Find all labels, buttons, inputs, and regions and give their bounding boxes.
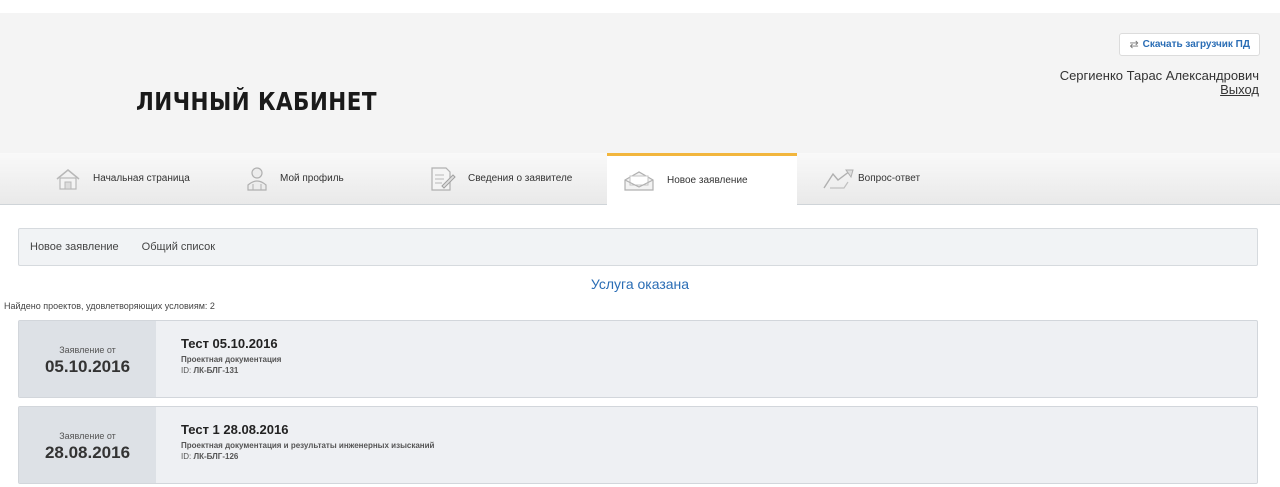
nav-item-applicant-info[interactable]: Сведения о заявителе [430,153,572,204]
chat-arrows-icon [823,169,854,189]
application-date-box: Заявление от 28.08.2016 [19,407,156,483]
download-loader-label: Скачать загрузчик ПД [1142,39,1250,50]
application-id: ID: ЛК-БЛГ-126 [181,452,239,461]
application-subtitle: Проектная документация [181,355,282,364]
nav-item-new-application[interactable]: Новое заявление [607,153,797,205]
nav-item-faq[interactable]: Вопрос-ответ [822,153,920,204]
results-count: Найдено проектов, удовлетворяющих услови… [4,301,215,311]
application-date-label: Заявление от [59,431,116,441]
user-name: Сергиенко Тарас Александрович [1059,68,1259,83]
section-title: Услуга оказана [590,276,690,292]
nav-item-profile[interactable]: Мой профиль [246,153,344,204]
main-nav: Начальная страница Мой профиль Сведения … [0,153,1280,205]
nav-item-label: Сведения о заявителе [468,173,573,184]
nav-item-label: Вопрос-ответ [858,173,921,184]
application-date-label: Заявление от [59,345,116,355]
home-icon [56,168,80,190]
breadcrumb: Новое заявление Общий список [18,228,1258,266]
download-loader-button[interactable]: ⇄ Скачать загрузчик ПД [1119,33,1260,56]
application-date-box: Заявление от 05.10.2016 [19,321,156,397]
header: ЛИЧНЫЙ КАБИНЕТ ⇄ Скачать загрузчик ПД Се… [0,13,1280,153]
application-info: Тест 1 28.08.2016 Проектная документация… [181,422,434,461]
breadcrumb-new-application[interactable]: Новое заявление [30,241,119,253]
link-icon: ⇄ [1129,39,1139,51]
nav-item-label: Мой профиль [280,173,344,184]
application-card[interactable]: Заявление от 05.10.2016 Тест 05.10.2016 … [18,320,1258,398]
application-info: Тест 05.10.2016 Проектная документация I… [181,336,281,375]
edit-document-icon [431,166,456,191]
application-date: 28.08.2016 [44,443,131,462]
user-block: Сергиенко Тарас Александрович Выход [1060,69,1259,97]
application-date: 05.10.2016 [44,357,131,376]
application-id: ID: ЛК-БЛГ-131 [181,366,239,375]
nav-item-label: Начальная страница [93,173,190,184]
application-card[interactable]: Заявление от 28.08.2016 Тест 1 28.08.201… [18,406,1258,484]
nav-item-home[interactable]: Начальная страница [55,153,190,204]
nav-item-label: Новое заявление [667,175,748,186]
application-subtitle: Проектная документация и результаты инже… [181,441,435,450]
application-title: Тест 1 28.08.2016 [181,422,289,437]
site-title: ЛИЧНЫЙ КАБИНЕТ [136,87,377,116]
envelope-icon [624,170,654,191]
breadcrumb-general-list[interactable]: Общий список [142,241,215,253]
application-title: Тест 05.10.2016 [181,336,278,351]
user-icon [247,166,267,191]
logout-link[interactable]: Выход [1220,83,1259,97]
